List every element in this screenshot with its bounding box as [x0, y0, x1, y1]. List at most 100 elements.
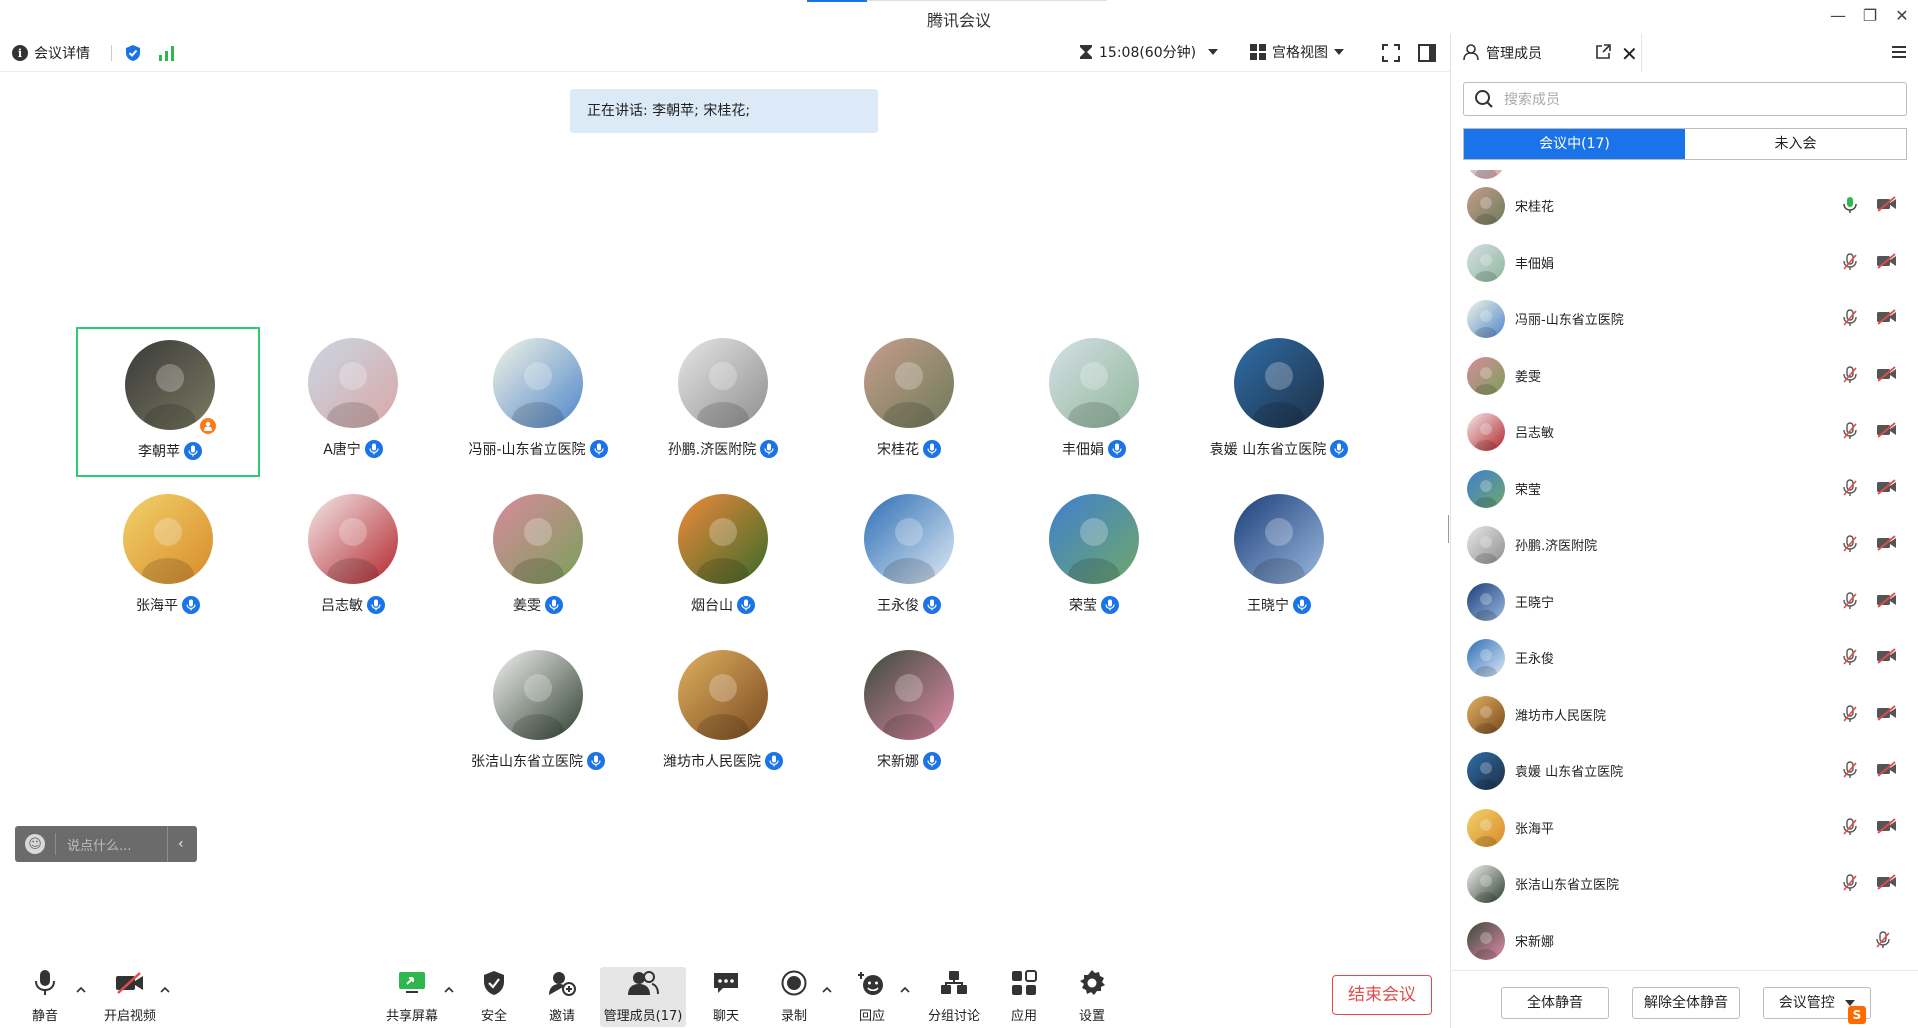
- emoji-icon[interactable]: ☺: [25, 834, 45, 854]
- unmute-all-button[interactable]: 解除全体静音: [1632, 987, 1740, 1019]
- member-mic[interactable]: [1843, 478, 1857, 501]
- fullscreen-icon[interactable]: [1382, 44, 1400, 62]
- list-item[interactable]: 姜雯: [1451, 348, 1918, 403]
- camera-off-icon[interactable]: [1876, 591, 1898, 608]
- invite-button[interactable]: 邀请: [542, 967, 582, 1027]
- popout-icon[interactable]: [1595, 44, 1611, 60]
- camera-off-icon[interactable]: [1876, 704, 1898, 721]
- participant-tile[interactable]: 宋桂花: [817, 327, 1001, 477]
- participant-tile[interactable]: 潍坊市人民医院: [631, 639, 815, 789]
- participant-tile[interactable]: 张洁山东省立医院: [446, 639, 630, 789]
- microphone-muted-icon[interactable]: [1843, 761, 1857, 779]
- microphone-muted-icon[interactable]: [1843, 252, 1857, 271]
- camera-off-icon[interactable]: [1876, 535, 1898, 551]
- collapse-chevron-icon[interactable]: ‹: [178, 836, 184, 852]
- member-mic[interactable]: [1843, 252, 1857, 275]
- microphone-muted-icon[interactable]: [1876, 930, 1890, 949]
- member-list[interactable]: 宋桂花 丰佃娟 冯丽-山东省立医院 姜雯 吕志敏 荣莹 孙鹏.济医附院 王晓宁 …: [1451, 170, 1918, 988]
- chevron-up-icon[interactable]: [822, 985, 832, 995]
- mute-all-button[interactable]: 全体静音: [1501, 987, 1609, 1019]
- list-item[interactable]: 潍坊市人民医院: [1451, 687, 1918, 742]
- member-camera[interactable]: [1876, 591, 1898, 612]
- signal-icon[interactable]: [158, 44, 176, 62]
- list-item[interactable]: 孙鹏.济医附院: [1451, 517, 1918, 572]
- chevron-up-icon[interactable]: [160, 985, 170, 995]
- member-mic[interactable]: [1843, 309, 1857, 331]
- record-button[interactable]: 录制: [774, 967, 814, 1027]
- participant-tile[interactable]: 烟台山: [631, 483, 815, 633]
- minimize-icon[interactable]: —: [1820, 4, 1856, 28]
- list-item[interactable]: 王永俊: [1451, 630, 1918, 685]
- share-screen-button[interactable]: 共享屏幕: [384, 967, 440, 1027]
- microphone-muted-icon[interactable]: [1843, 309, 1857, 327]
- participant-tile[interactable]: 王晓宁: [1187, 483, 1371, 633]
- list-item[interactable]: 荣莹: [1451, 461, 1918, 516]
- camera-off-icon[interactable]: [1876, 874, 1898, 890]
- tab-in-meeting[interactable]: 会议中(17): [1464, 129, 1685, 159]
- camera-off-icon[interactable]: [1876, 365, 1898, 382]
- shield-icon[interactable]: [124, 44, 142, 62]
- video-button[interactable]: 开启视频: [98, 967, 162, 1027]
- meeting-timer[interactable]: 15:08(60分钟): [1079, 42, 1219, 62]
- participant-tile[interactable]: 宋新娜: [817, 639, 1001, 789]
- member-search-input[interactable]: 搜索成员: [1463, 82, 1907, 116]
- participant-tile[interactable]: 冯丽-山东省立医院: [446, 327, 630, 477]
- microphone-muted-icon[interactable]: [1843, 817, 1857, 836]
- camera-off-icon[interactable]: [1876, 252, 1898, 269]
- participant-tile[interactable]: 王永俊: [817, 483, 1001, 633]
- sidebar-toggle-icon[interactable]: [1418, 44, 1436, 62]
- chat-button[interactable]: 聊天: [706, 967, 746, 1027]
- participant-tile[interactable]: 袁媛 山东省立医院: [1187, 327, 1371, 477]
- list-item[interactable]: 吕志敏: [1451, 404, 1918, 459]
- list-item[interactable]: 丰佃娟: [1451, 235, 1918, 290]
- member-camera[interactable]: [1876, 874, 1898, 894]
- camera-off-icon[interactable]: [1876, 817, 1898, 834]
- participant-tile[interactable]: 张海平: [76, 483, 260, 633]
- chevron-up-icon[interactable]: [900, 985, 910, 995]
- end-meeting-button[interactable]: 结束会议: [1332, 975, 1432, 1015]
- settings-button[interactable]: 设置: [1072, 967, 1112, 1027]
- member-mic[interactable]: [1843, 648, 1857, 670]
- microphone-muted-icon[interactable]: [1843, 365, 1857, 384]
- mute-button[interactable]: 静音: [24, 967, 66, 1027]
- member-camera[interactable]: [1876, 535, 1898, 555]
- participant-tile[interactable]: 姜雯: [446, 483, 630, 633]
- participant-tile[interactable]: 吕志敏: [261, 483, 445, 633]
- member-mic[interactable]: [1843, 874, 1857, 896]
- chevron-up-icon[interactable]: [444, 985, 454, 995]
- member-camera[interactable]: [1876, 817, 1898, 838]
- list-item[interactable]: 宋新娜: [1451, 913, 1918, 968]
- member-mic[interactable]: [1843, 704, 1857, 727]
- menu-icon[interactable]: [1891, 44, 1907, 60]
- manage-members-button[interactable]: 管理成员(17): [600, 967, 686, 1027]
- member-camera[interactable]: [1876, 648, 1898, 668]
- close-window-icon[interactable]: ✕: [1884, 4, 1918, 28]
- camera-off-icon[interactable]: [1876, 648, 1898, 664]
- participant-tile[interactable]: A唐宁: [261, 327, 445, 477]
- close-panel-icon[interactable]: ✕: [1621, 42, 1638, 66]
- view-mode-button[interactable]: 宫格视图: [1250, 42, 1344, 62]
- member-camera[interactable]: [1876, 422, 1898, 442]
- member-mic[interactable]: [1876, 930, 1890, 953]
- meeting-info-button[interactable]: i 会议详情: [12, 42, 90, 64]
- quick-chat-box[interactable]: ☺ 说点什么... ‹: [15, 826, 197, 862]
- restore-icon[interactable]: ❐: [1852, 4, 1888, 28]
- member-camera[interactable]: [1876, 761, 1898, 781]
- member-mic[interactable]: [1843, 761, 1857, 783]
- member-mic[interactable]: [1843, 535, 1857, 557]
- list-item[interactable]: 王晓宁: [1451, 574, 1918, 629]
- member-camera[interactable]: [1876, 365, 1898, 386]
- microphone-muted-icon[interactable]: [1843, 478, 1857, 497]
- chat-placeholder[interactable]: 说点什么...: [67, 835, 163, 854]
- microphone-muted-icon[interactable]: [1843, 704, 1857, 723]
- member-camera[interactable]: [1876, 704, 1898, 725]
- list-item[interactable]: 袁媛 山东省立医院: [1451, 743, 1918, 798]
- member-camera[interactable]: [1876, 252, 1898, 273]
- member-mic[interactable]: [1843, 817, 1857, 840]
- chevron-up-icon[interactable]: [76, 985, 86, 995]
- microphone-muted-icon[interactable]: [1843, 422, 1857, 440]
- camera-off-icon[interactable]: [1876, 478, 1898, 495]
- microphone-muted-icon[interactable]: [1843, 591, 1857, 610]
- microphone-on-icon[interactable]: [1843, 196, 1857, 214]
- member-mic[interactable]: [1843, 196, 1857, 218]
